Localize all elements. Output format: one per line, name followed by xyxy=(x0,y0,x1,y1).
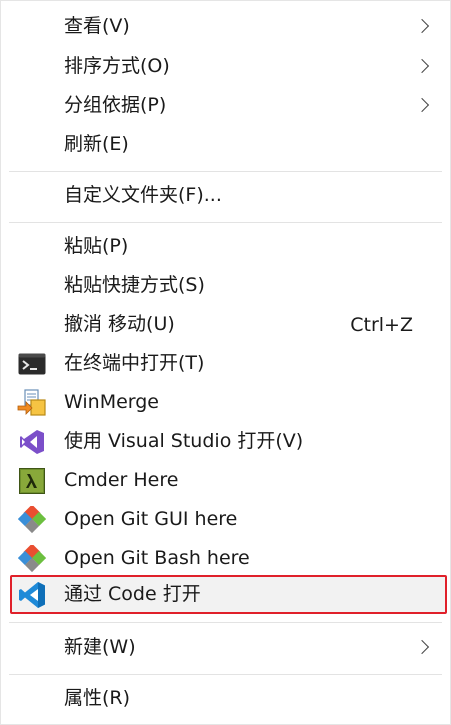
git-icon xyxy=(17,544,47,574)
menu-item-label: Open Git GUI here xyxy=(64,508,238,530)
menu-item-label: Cmder Here xyxy=(64,469,179,491)
menu-item-open-with-code[interactable]: 通过 Code 打开 xyxy=(1,575,450,614)
menu-item-label: 刷新(E) xyxy=(64,133,129,155)
menu-item-winmerge[interactable]: WinMerge xyxy=(1,383,450,422)
chevron-right-icon xyxy=(414,18,430,33)
menu-item-label: 在终端中打开(T) xyxy=(64,352,205,374)
menu-item-label: 通过 Code 打开 xyxy=(64,583,201,605)
menu-item-group-by[interactable]: 分组依据(P) xyxy=(1,86,450,125)
menu-separator xyxy=(9,171,442,172)
menu-item-label: Open Git Bash here xyxy=(64,547,250,569)
menu-item-label: WinMerge xyxy=(64,391,159,413)
menu-item-label: 查看(V) xyxy=(64,15,130,37)
chevron-right-icon xyxy=(414,97,430,112)
vscode-icon xyxy=(17,580,47,610)
menu-item-label: 使用 Visual Studio 打开(V) xyxy=(64,430,304,452)
menu-item-label: 属性(R) xyxy=(64,687,131,709)
terminal-icon xyxy=(17,349,47,379)
menu-item-properties[interactable]: 属性(R) xyxy=(1,679,450,718)
menu-item-refresh[interactable]: 刷新(E) xyxy=(1,125,450,164)
menu-item-label: 分组依据(P) xyxy=(64,94,167,116)
winmerge-icon xyxy=(17,388,47,418)
git-icon xyxy=(17,505,47,535)
menu-item-paste[interactable]: 粘贴(P) xyxy=(1,227,450,266)
menu-item-label: 粘贴(P) xyxy=(64,235,129,257)
menu-separator xyxy=(9,222,442,223)
cmder-lambda-icon xyxy=(17,466,47,496)
menu-item-customize-folder[interactable]: 自定义文件夹(F)... xyxy=(1,176,450,215)
menu-item-label: 排序方式(O) xyxy=(64,55,170,77)
chevron-right-icon xyxy=(414,58,430,73)
menu-item-new[interactable]: 新建(W) xyxy=(1,628,450,667)
menu-item-sort-by[interactable]: 排序方式(O) xyxy=(1,47,450,86)
menu-item-open-git-gui[interactable]: Open Git GUI here xyxy=(1,500,450,539)
menu-item-open-git-bash[interactable]: Open Git Bash here xyxy=(1,539,450,578)
shortcut-text: Ctrl+Z xyxy=(350,313,413,336)
chevron-right-icon xyxy=(414,639,430,654)
menu-item-open-visual-studio[interactable]: 使用 Visual Studio 打开(V) xyxy=(1,422,450,461)
menu-item-label: 自定义文件夹(F)... xyxy=(64,184,222,206)
menu-item-paste-shortcut[interactable]: 粘贴快捷方式(S) xyxy=(1,266,450,305)
context-menu: 查看(V) 排序方式(O) 分组依据(P) 刷新(E) 自定义文件夹(F)...… xyxy=(0,0,451,725)
menu-item-label: 新建(W) xyxy=(64,636,136,658)
visual-studio-icon xyxy=(17,427,47,457)
menu-item-view[interactable]: 查看(V) xyxy=(1,7,450,46)
menu-item-undo-move[interactable]: 撤消 移动(U) Ctrl+Z xyxy=(1,305,450,344)
menu-item-label: 粘贴快捷方式(S) xyxy=(64,274,205,296)
menu-item-label: 撤消 移动(U) xyxy=(64,313,175,335)
menu-item-open-in-terminal[interactable]: 在终端中打开(T) xyxy=(1,344,450,383)
menu-item-cmder-here[interactable]: Cmder Here xyxy=(1,461,450,500)
menu-separator xyxy=(9,674,442,675)
menu-separator xyxy=(9,622,442,623)
